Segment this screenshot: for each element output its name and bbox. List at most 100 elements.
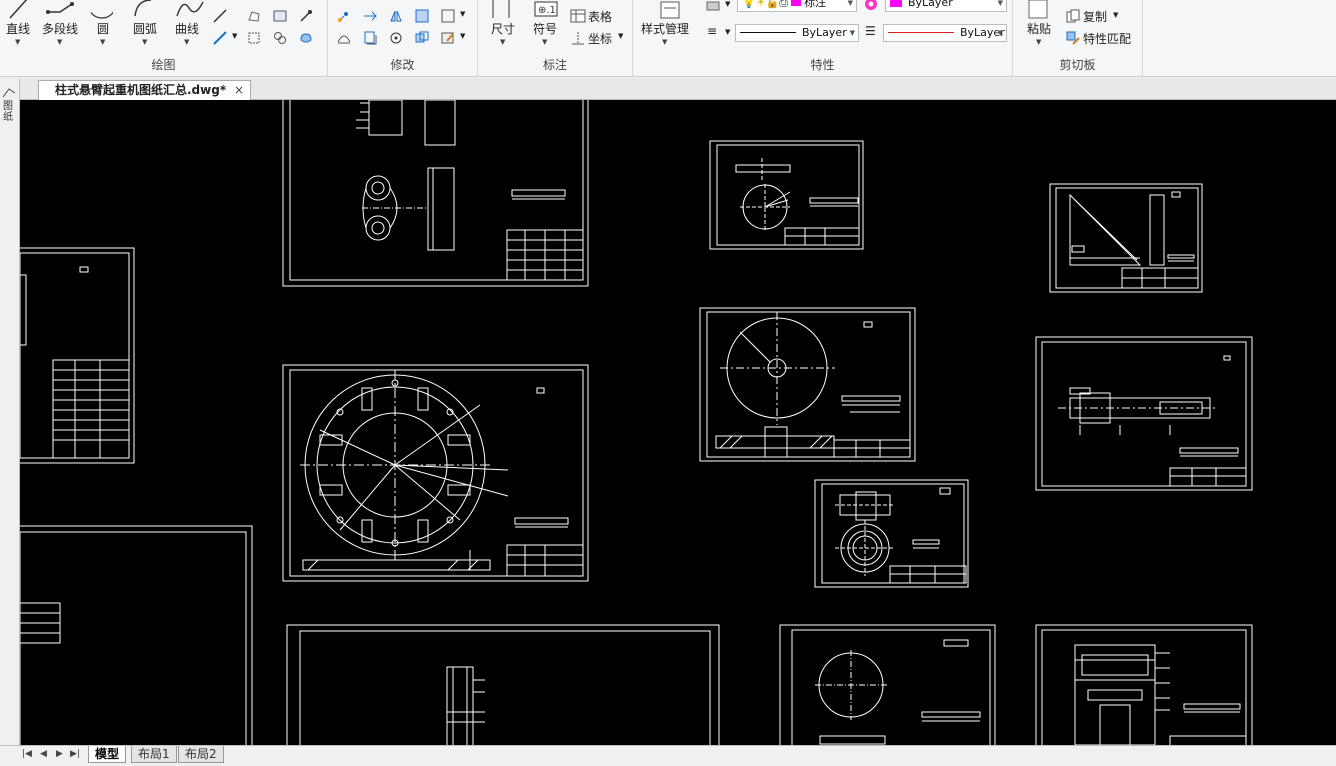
chevron-down-icon[interactable]: ▼ — [1113, 11, 1118, 19]
drawing-sheet — [282, 364, 589, 582]
symbol-button[interactable]: ⊕.1 符号 ▼ — [533, 1, 558, 46]
color-dropdown[interactable]: ByLayer ▼ — [885, 0, 1007, 12]
chevron-down-icon[interactable]: ▼ — [618, 32, 623, 40]
drawing-sheet — [286, 624, 720, 745]
point-icon[interactable] — [298, 8, 314, 24]
array-icon[interactable] — [440, 8, 456, 24]
annotate-panel: 尺寸 ▼ ⊕.1 符号 ▼ 表格 坐标 ▼ 标注 — [478, 0, 633, 77]
mirror-icon[interactable] — [388, 8, 404, 24]
properties-panel: 样式管理 ▼ ▼ 💡☀🔓⎙ 标注 ▼ ByLayer ▼ ≡ ▼ ByLayer … — [633, 0, 1013, 77]
chevron-down-icon: ▼ — [57, 38, 63, 46]
circle-icon — [91, 11, 113, 19]
lineweight-dropdown[interactable]: ByLayer ▼ — [883, 24, 1007, 42]
chevron-down-icon[interactable]: ▼ — [725, 28, 730, 36]
offset-icon[interactable] — [362, 30, 378, 46]
style-manager-icon — [660, 1, 680, 19]
circle-label: 圆 — [97, 22, 110, 36]
dimension-button[interactable]: 尺寸 ▼ — [491, 0, 516, 46]
layout-tab-bar: |◀ ◀ ▶ ▶| 模型 布局1 布局2 — [0, 745, 1336, 766]
chevron-down-icon: ▼ — [847, 0, 853, 7]
match-properties-button[interactable]: 特性匹配 — [1083, 30, 1131, 47]
construction-line-icon[interactable] — [212, 8, 228, 24]
line-icon — [9, 0, 28, 19]
edit-icon[interactable] — [440, 30, 456, 46]
copy-object-icon[interactable] — [414, 30, 430, 46]
clipboard-panel: 粘贴 ▼ 复制 ▼ 特性匹配 剪切板 — [1013, 0, 1143, 77]
line-style-icon[interactable]: ≡ — [707, 24, 717, 38]
rectangle-icon[interactable] — [246, 30, 262, 46]
paste-button[interactable]: 粘贴 ▼ — [1027, 0, 1052, 46]
coordinate-icon[interactable] — [570, 30, 586, 46]
chevron-down-icon: ▼ — [15, 38, 21, 46]
tab-layout1[interactable]: 布局1 — [131, 746, 177, 763]
layer-icon[interactable] — [705, 0, 721, 14]
chevron-down-icon: ▼ — [662, 38, 668, 46]
dimension-label: 尺寸 — [491, 22, 516, 36]
arc-label: 圆弧 — [133, 22, 158, 36]
close-icon[interactable]: × — [234, 81, 244, 100]
table-icon[interactable] — [570, 8, 586, 24]
boundary-icon[interactable] — [272, 30, 288, 46]
chevron-down-icon[interactable]: ▼ — [725, 0, 730, 8]
layer-dropdown[interactable]: 💡☀🔓⎙ 标注 ▼ — [737, 0, 857, 12]
chevron-down-icon: ▼ — [849, 29, 855, 37]
layer-name: 标注 — [804, 0, 827, 9]
copy-icon[interactable] — [1065, 8, 1081, 24]
arc-button[interactable]: 圆弧 ▼ — [133, 0, 158, 46]
curve-button[interactable]: 曲线 ▼ — [175, 1, 204, 46]
chevron-down-icon[interactable]: ▼ — [232, 32, 237, 40]
drawing-sheet — [20, 247, 135, 464]
layer-color-swatch — [791, 0, 802, 6]
sun-icon: ☀ — [755, 0, 766, 9]
arc-icon — [134, 0, 152, 17]
drawing-sheet — [699, 307, 916, 462]
modify-panel-title: 修改 — [390, 58, 415, 72]
document-tab-bar: 柱式悬臂起重机图纸汇总.dwg* × — [0, 78, 1336, 100]
clipboard-panel-title: 剪切板 — [1059, 58, 1096, 72]
sheet-set-label[interactable]: 图纸 — [3, 101, 15, 123]
trim-icon[interactable] — [362, 8, 378, 24]
drawing-sheet — [1035, 336, 1253, 491]
next-layout-icon[interactable]: ▶ — [56, 749, 63, 759]
first-layout-icon[interactable]: |◀ — [22, 749, 32, 759]
move-icon[interactable] — [336, 8, 352, 24]
model-space-drawings — [20, 100, 1253, 745]
document-tab[interactable]: 柱式悬臂起重机图纸汇总.dwg* × — [38, 80, 252, 100]
properties-panel-title: 特性 — [810, 58, 835, 72]
color-swatch — [890, 0, 902, 7]
chevron-down-icon[interactable]: ▼ — [460, 32, 465, 40]
revision-cloud-icon[interactable] — [298, 30, 314, 46]
ray-icon[interactable] — [212, 30, 228, 46]
annotate-panel-title: 标注 — [542, 58, 567, 72]
style-manager-button[interactable]: 样式管理 ▼ — [641, 1, 689, 46]
color-wheel-icon[interactable] — [863, 0, 879, 12]
hatch-icon[interactable] — [272, 8, 288, 24]
chevron-down-icon[interactable]: ▼ — [460, 10, 465, 18]
scale-icon[interactable] — [414, 8, 430, 24]
drawing-canvas[interactable] — [20, 100, 1336, 745]
table-button[interactable]: 表格 — [588, 8, 612, 25]
circle-button[interactable]: 圆 ▼ — [91, 11, 113, 46]
symbol-label: 符号 — [533, 22, 558, 36]
chevron-down-icon: ▼ — [100, 38, 106, 46]
tab-layout2[interactable]: 布局2 — [178, 746, 224, 763]
coordinate-button[interactable]: 坐标 — [588, 30, 612, 47]
stretch-icon[interactable] — [336, 30, 352, 46]
last-layout-icon[interactable]: ▶| — [70, 749, 80, 759]
previous-layout-icon[interactable]: ◀ — [40, 749, 47, 759]
polyline-button[interactable]: 多段线 ▼ — [42, 2, 79, 46]
polyline-label: 多段线 — [42, 22, 79, 36]
linetype-dropdown[interactable]: ByLayer ▼ — [735, 24, 859, 42]
rotate-icon[interactable] — [388, 30, 404, 46]
tab-model[interactable]: 模型 — [88, 746, 127, 763]
copy-button[interactable]: 复制 — [1083, 8, 1107, 25]
line-button[interactable]: 直线 ▼ — [6, 0, 30, 46]
region-icon[interactable] — [246, 8, 262, 24]
lineweight-icon[interactable]: ☰ — [865, 24, 876, 38]
tool-palette-icon[interactable] — [1, 85, 19, 99]
match-properties-icon[interactable] — [1065, 30, 1081, 46]
color-value: ByLayer — [908, 0, 953, 9]
paste-label: 粘贴 — [1027, 22, 1052, 36]
modify-panel: ▼ ▼ 修改 — [328, 0, 478, 77]
lightbulb-icon: 💡 — [742, 0, 756, 9]
